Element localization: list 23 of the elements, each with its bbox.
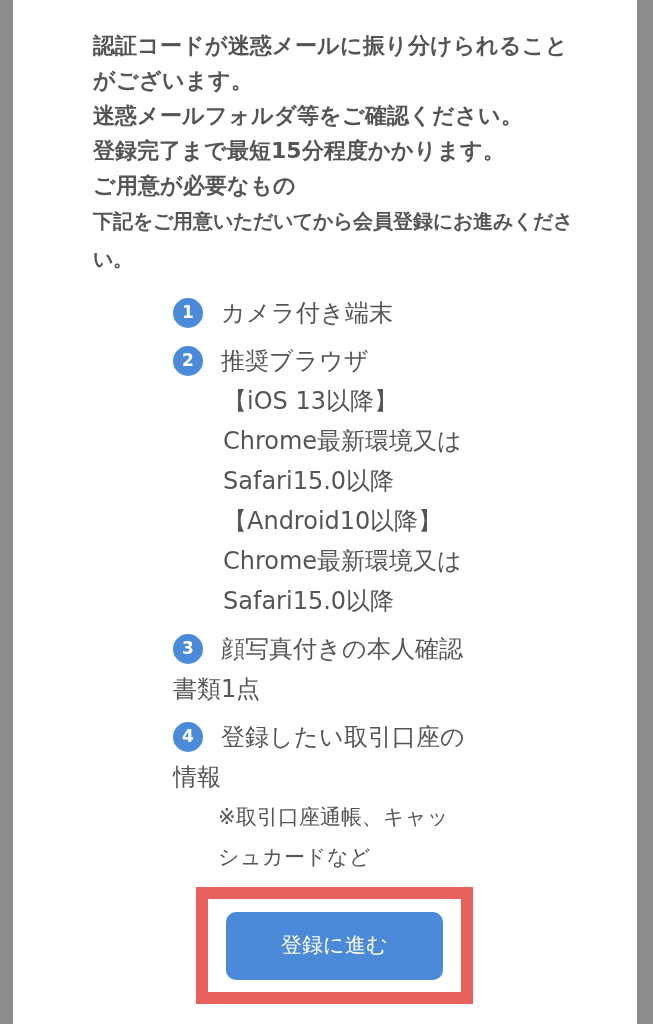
requirement-detail: 【Android10以降】 — [223, 506, 444, 537]
requirement-detail: 【iOS 13以降】 — [223, 386, 399, 417]
number-badge: 3 — [173, 633, 203, 664]
number-badge: 4 — [173, 721, 203, 752]
requirement-text: 登録したい取引口座の — [221, 723, 465, 751]
number-badge: 2 — [173, 345, 203, 376]
notice-text: 登録完了まで最短15分程度かかります。 — [93, 137, 506, 165]
requirement-text: 情報 — [173, 762, 222, 793]
requirement-text: 顔写真付きの本人確認 — [221, 635, 463, 663]
requirement-detail: Safari15.0以降 — [223, 586, 396, 617]
requirement-text: 書類1点 — [173, 674, 262, 705]
requirement-detail: Chrome最新環境又は — [223, 426, 464, 457]
requirement-detail: Safari15.0以降 — [223, 466, 396, 497]
register-button[interactable]: 登録に進む — [226, 911, 443, 980]
requirement-text: 推奨ブラウザ — [221, 347, 369, 375]
notice-text: 認証コードが迷惑メールに振り分けられることがございます。 — [93, 32, 569, 95]
intro-text: 下記をご用意いただいてから会員登録にお進みください。 — [93, 209, 573, 273]
section-heading: ご用意が必要なもの — [93, 172, 297, 200]
note-text: ※取引口座通帳、キャッシュカードなど — [218, 804, 450, 871]
requirement-text: カメラ付き端末 — [221, 299, 393, 327]
number-badge: 1 — [173, 297, 203, 328]
requirement-detail: Chrome最新環境又は — [223, 546, 464, 577]
notice-text: 迷惑メールフォルダ等をご確認ください。 — [93, 102, 524, 130]
